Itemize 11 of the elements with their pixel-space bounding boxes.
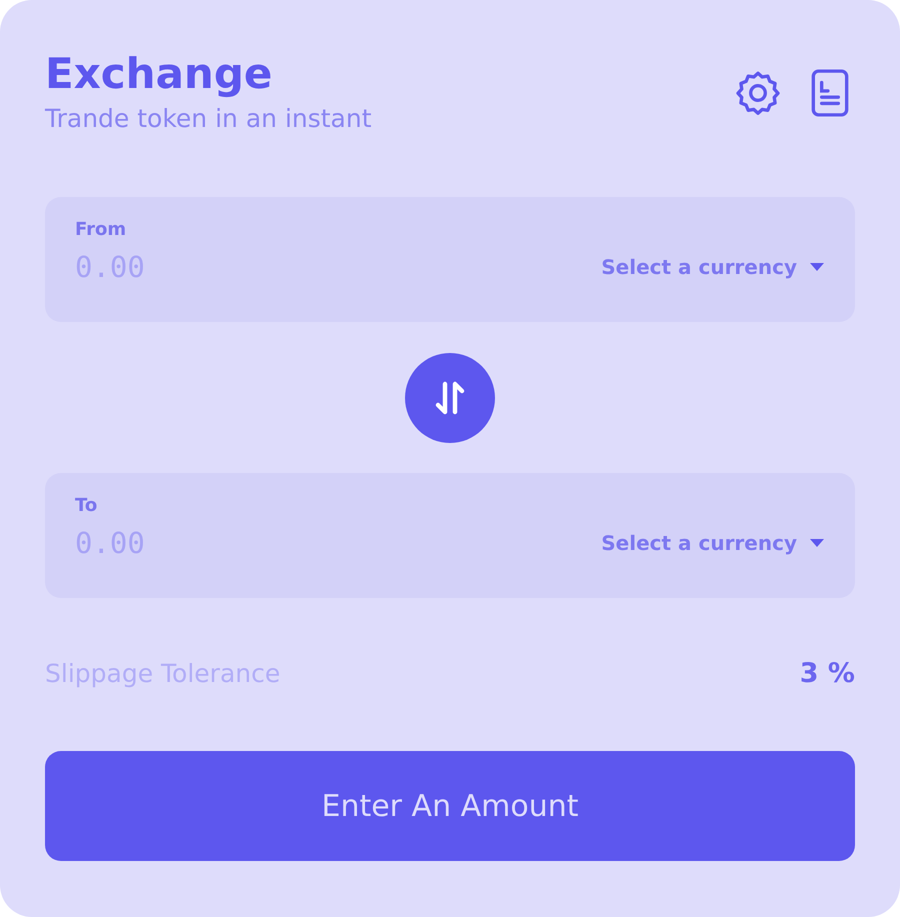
currency-select[interactable]: Select a currency xyxy=(601,255,825,279)
panel-label: To xyxy=(75,495,98,516)
slippage-value: 3 % xyxy=(800,658,855,689)
caret-icon xyxy=(809,538,825,548)
panel-label: From xyxy=(75,219,128,240)
currency-select[interactable]: Select a currency xyxy=(601,531,825,555)
card-title: Exchange xyxy=(45,48,274,100)
card-subtitle: Trande token in an instant xyxy=(45,104,372,133)
caret-icon xyxy=(809,262,825,272)
submit-button[interactable]: Enter An Amount xyxy=(45,751,855,861)
document-icon[interactable] xyxy=(809,68,851,118)
